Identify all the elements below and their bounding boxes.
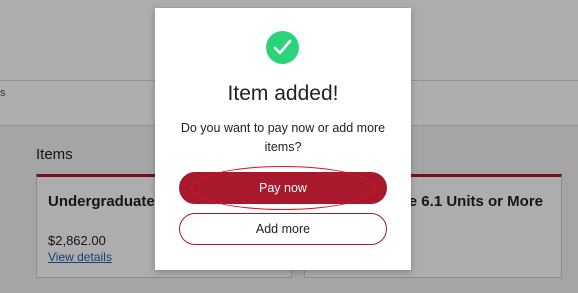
item-added-dialog: Item added! Do you want to pay now or ad… [155,8,411,270]
pay-now-button[interactable]: Pay now [179,172,387,204]
checkmark-icon [273,39,292,55]
check-circle-icon [266,31,299,64]
dialog-title: Item added! [227,82,339,105]
dialog-message: Do you want to pay now or add more items… [180,121,386,154]
add-more-button[interactable]: Add more [179,213,387,245]
